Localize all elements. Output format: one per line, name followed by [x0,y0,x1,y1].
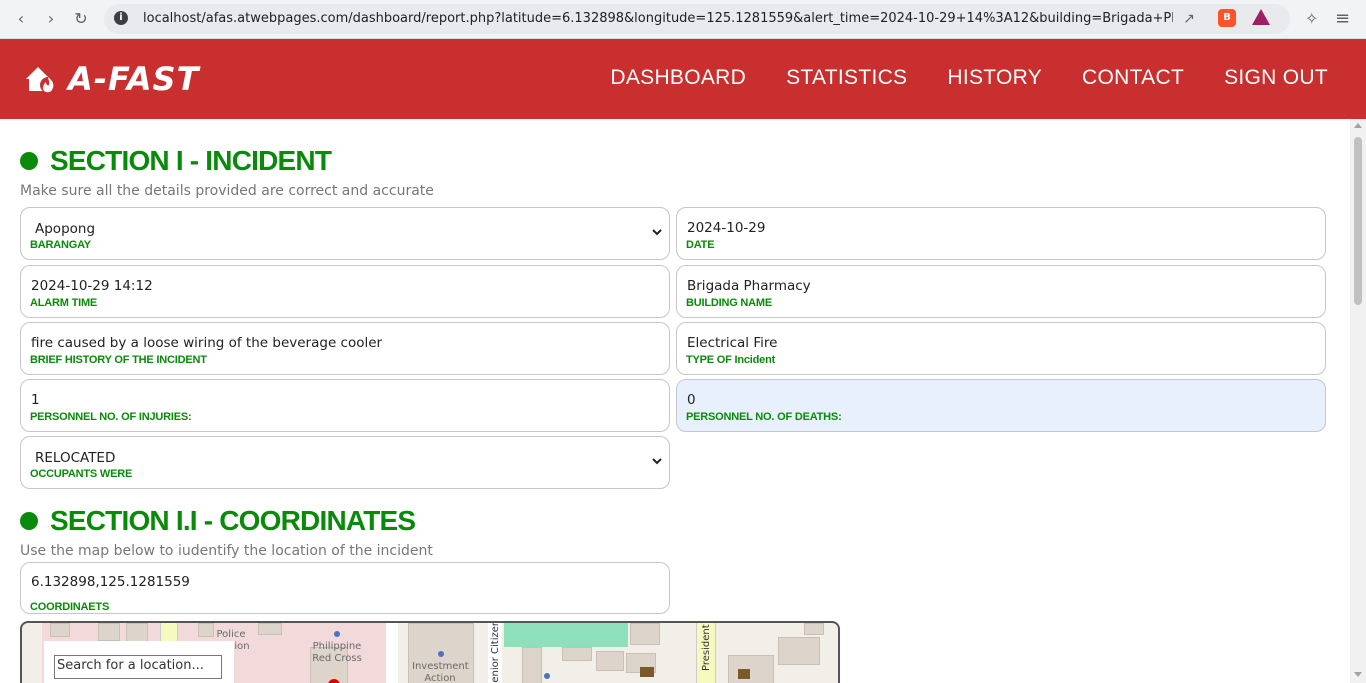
map-building [126,623,148,643]
section1-heading: SECTION I - INCIDENT [20,145,332,177]
section11-title: SECTION I.I - COORDINATES [50,505,416,536]
main-nav: DASHBOARD STATISTICS HISTORY CONTACT SIG… [610,66,1328,90]
share-icon[interactable]: ↗ [1180,10,1198,28]
forward-icon[interactable]: › [40,8,62,30]
map-search-box: Search for a location... [44,641,234,683]
poi-icon [738,669,750,679]
map-building [50,623,70,637]
section-bullet-icon [20,152,38,170]
map-building [630,623,660,645]
logo[interactable]: A-FAST [24,59,199,99]
building-name-value: Brigada Pharmacy [687,278,811,294]
incident-type-label: TYPE OF Incident [686,354,776,366]
coordinates-label: COORDINAETS [30,601,110,613]
brave-shield-icon[interactable]: B [1218,9,1236,27]
reload-icon[interactable]: ↻ [70,8,92,30]
red-cross-marker-icon [334,631,340,637]
nav-contact[interactable]: CONTACT [1082,66,1184,90]
map-building [778,637,820,665]
post-office-icon [640,667,654,677]
site-info-icon[interactable]: i [114,11,128,25]
alarm-time-field[interactable]: 2024-10-29 14:12 ALARM TIME [20,265,670,318]
investment-label: Investment Action [412,661,469,683]
coordinates-field[interactable]: 6.132898,125.1281559 COORDINAETS [20,562,670,614]
senior-citizens-street-label: Senior Citizens S [490,621,501,683]
extensions-icon[interactable]: ✧ [1305,9,1318,28]
nav-sign-out[interactable]: SIGN OUT [1224,66,1328,90]
occupants-label: OCCUPANTS WERE [30,468,133,480]
page-scrollbar[interactable] [1350,119,1366,683]
map-marker-icon [544,673,550,679]
deaths-value: 0 [687,392,696,408]
address-bar[interactable]: i localhost/afas.atwebpages.com/dashboar… [104,4,1290,34]
map-search-input[interactable]: Search for a location... [54,655,222,679]
report-content: SECTION I - INCIDENT Make sure all the d… [0,119,1350,683]
map-park [504,623,628,647]
house-fire-icon [26,67,56,93]
nav-history[interactable]: HISTORY [947,66,1042,90]
occupants-value: RELOCATED [35,450,116,466]
brief-history-label: BRIEF HISTORY OF THE INCIDENT [30,354,207,366]
brave-rewards-icon[interactable] [1252,9,1270,25]
alarm-time-label: ALARM TIME [30,297,98,309]
incident-map[interactable]: Police Station Philippine Red Cross Inve… [20,621,840,683]
date-value: 2024-10-29 [687,220,766,236]
nav-dashboard[interactable]: DASHBOARD [610,66,746,90]
red-cross-label: Philippine Red Cross [312,641,362,664]
section1-subtitle: Make sure all the details provided are c… [20,183,434,199]
deaths-label: PERSONNEL NO. OF DEATHS: [686,411,842,423]
map-building [596,651,624,671]
brief-history-field[interactable]: fire caused by a loose wiring of the bev… [20,322,670,375]
scroll-down-icon[interactable] [1354,672,1362,677]
map-road [386,623,398,683]
date-label: DATE [686,239,715,251]
map-building [98,623,120,641]
map-building [198,623,214,637]
barangay-value: Apopong [35,221,96,237]
occupants-select[interactable]: RELOCATED OCCUPANTS WERE [20,436,670,489]
nav-statistics[interactable]: STATISTICS [786,66,907,90]
deaths-field[interactable]: 0 PERSONNEL NO. OF DEATHS: [676,379,1326,432]
building-name-label: BUILDING NAME [686,297,773,309]
incident-type-field[interactable]: Electrical Fire TYPE OF Incident [676,322,1326,375]
chevron-down-icon [652,458,662,465]
map-building [562,647,592,661]
barangay-select[interactable]: Apopong BARANGAY [20,207,670,260]
coordinates-value: 6.132898,125.1281559 [31,574,190,590]
injuries-field[interactable]: 1 PERSONNEL NO. OF INJURIES: [20,379,670,432]
brief-history-value: fire caused by a loose wiring of the bev… [31,335,383,351]
scroll-up-icon[interactable] [1354,123,1362,128]
map-building [804,623,824,635]
section1-title: SECTION I - INCIDENT [50,145,332,176]
injuries-value: 1 [31,392,40,408]
section11-heading: SECTION I.I - COORDINATES [20,505,416,537]
barangay-label: BARANGAY [30,239,91,251]
back-icon[interactable]: ‹ [10,8,32,30]
map-building [258,623,282,635]
section11-subtitle: Use the map below to iudentify the locat… [20,543,433,559]
site-header: A-FAST DASHBOARD STATISTICS HISTORY CONT… [0,39,1366,119]
logo-text: A-FAST [68,60,200,98]
scrollbar-thumb[interactable] [1354,137,1362,305]
president-street-label: President [701,624,712,671]
url-text[interactable]: localhost/afas.atwebpages.com/dashboard/… [143,11,1173,26]
menu-icon[interactable]: ≡ [1335,8,1350,29]
incident-type-value: Electrical Fire [687,335,778,351]
browser-toolbar: ‹ › ↻ i localhost/afas.atwebpages.com/da… [0,0,1366,39]
section-bullet-icon [20,512,38,530]
injuries-label: PERSONNEL NO. OF INJURIES: [30,411,192,423]
investment-marker-icon [438,651,444,657]
date-field[interactable]: 2024-10-29 DATE [676,207,1326,260]
map-building [522,647,542,683]
alarm-time-value: 2024-10-29 14:12 [31,278,153,294]
building-name-field[interactable]: Brigada Pharmacy BUILDING NAME [676,265,1326,318]
chevron-down-icon [652,229,662,236]
map-building [728,655,774,683]
